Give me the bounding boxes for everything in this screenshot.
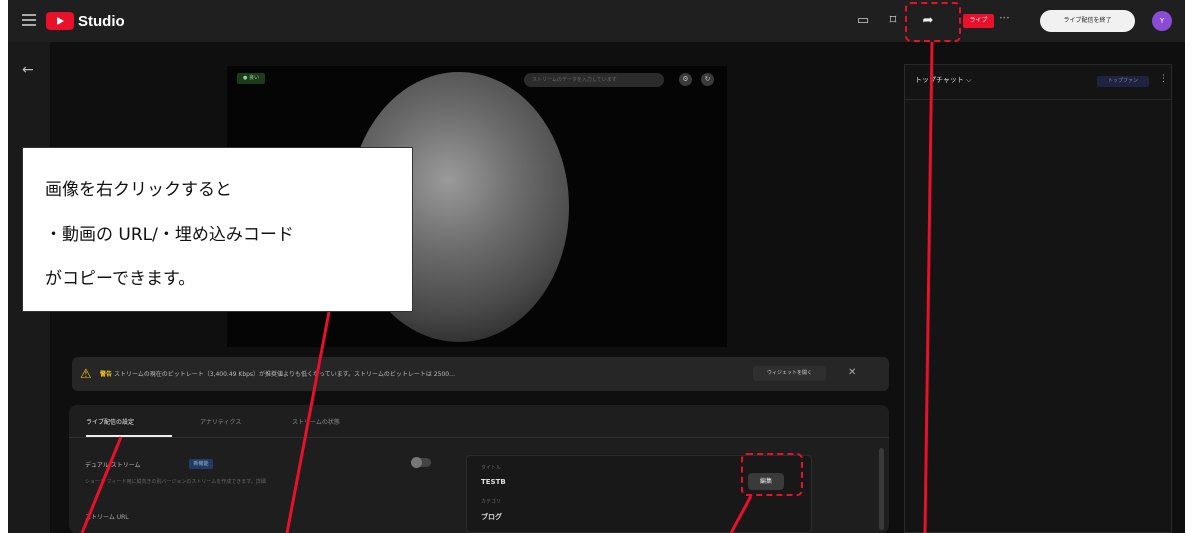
chat-mode-selector[interactable]: トップチャット ⌵ bbox=[915, 75, 971, 85]
warning-icon: ⚠ bbox=[80, 367, 92, 382]
close-icon[interactable]: ✕ bbox=[848, 367, 856, 378]
toggle-knob bbox=[411, 457, 422, 468]
warning-label: 警告 bbox=[100, 371, 113, 378]
annotation-callout: 画像を右クリックすると ・動画の URL/・埋め込みコード がコピーできます。 bbox=[22, 147, 413, 312]
bookmark-icon[interactable]: ⌑ bbox=[885, 13, 901, 29]
end-stream-button[interactable]: ライブ配信を終了 bbox=[1040, 10, 1135, 32]
warning-banner: ⚠ 警告 ストリームの現在のビットレート（3,400.49 Kbps）が推奨値よ… bbox=[72, 357, 889, 391]
avatar[interactable]: Y bbox=[1152, 11, 1172, 31]
title-label: タイトル bbox=[481, 465, 502, 471]
category-label: カテゴリ bbox=[481, 499, 502, 505]
youtube-logo-icon bbox=[46, 12, 74, 30]
live-badge: ライブ bbox=[963, 14, 994, 28]
divider bbox=[69, 437, 889, 438]
live-chat-panel: トップチャット ⌵ トップファン ⋮ bbox=[904, 64, 1172, 533]
edit-highlight-box bbox=[741, 453, 803, 496]
menu-icon[interactable] bbox=[22, 14, 36, 26]
settings-scrollbar[interactable] bbox=[879, 448, 884, 530]
studio-logo[interactable]: Studio bbox=[46, 11, 125, 31]
share-highlight-box bbox=[905, 2, 961, 42]
dual-stream-description: ショート フィード用に縦向きの別バージョンのストリームを作成できます。詳細 bbox=[85, 479, 266, 485]
stream-health-badge: ● 良い bbox=[237, 73, 265, 84]
callout-line-1: 画像を右クリックすると bbox=[45, 180, 232, 200]
settings-icon[interactable]: ⚙ bbox=[679, 73, 692, 86]
sync-icon[interactable]: ↻ bbox=[701, 73, 714, 86]
dual-stream-toggle[interactable] bbox=[411, 457, 431, 468]
chat-window-icon[interactable]: ▭ bbox=[855, 13, 871, 29]
callout-line-2: ・動画の URL/・埋め込みコード bbox=[45, 225, 294, 245]
live-status: ••• bbox=[999, 15, 1010, 22]
callout-line-3: がコピーできます。 bbox=[45, 269, 196, 289]
tab-analytics[interactable]: アナリティクス bbox=[200, 417, 241, 426]
more-options-icon[interactable]: ⋮ bbox=[1159, 74, 1168, 84]
top-fan-chip[interactable]: トップファン bbox=[1097, 76, 1149, 87]
tab-live-settings[interactable]: ライブ配信の設定 bbox=[86, 417, 134, 426]
back-arrow-icon[interactable]: ← bbox=[22, 62, 34, 78]
new-feature-badge: 新機能 bbox=[189, 459, 213, 469]
logo-text: Studio bbox=[78, 12, 125, 30]
dual-stream-label: デュアル ストリーム bbox=[85, 462, 141, 469]
stream-url-label: ストリーム URL bbox=[85, 514, 129, 521]
title-value: TESTB bbox=[481, 478, 506, 486]
open-widget-button[interactable]: ウィジェットを開く bbox=[753, 366, 826, 381]
warning-text: 警告 ストリームの現在のビットレート（3,400.49 Kbps）が推奨値よりも… bbox=[100, 369, 455, 378]
top-bar: Studio ▭ ⌑ ➦ ライブ ••• ライブ配信を終了 Y bbox=[8, 0, 1185, 42]
category-value: ブログ bbox=[481, 513, 502, 521]
chat-header: トップチャット ⌵ トップファン ⋮ bbox=[905, 65, 1171, 100]
player-status-bar: ストリームのデータを入力しています bbox=[524, 73, 664, 87]
tab-stream-health[interactable]: ストリームの状態 bbox=[292, 417, 340, 426]
warning-message: ストリームの現在のビットレート（3,400.49 Kbps）が推奨値よりも低くな… bbox=[113, 371, 456, 378]
